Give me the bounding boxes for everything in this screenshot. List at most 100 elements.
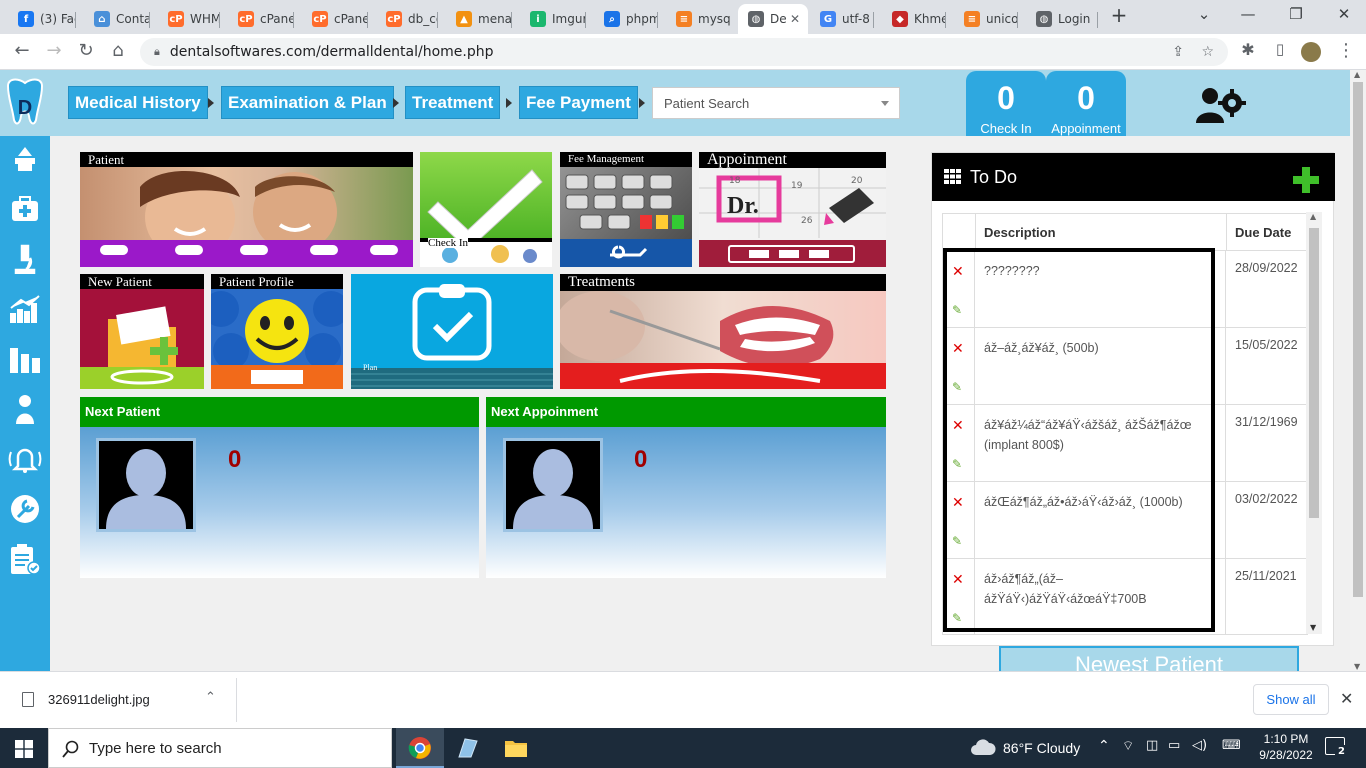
windows-start-icon[interactable]: [15, 740, 33, 758]
delete-x-icon[interactable]: ✕: [952, 495, 964, 511]
checkin-label: Check In: [980, 121, 1032, 136]
edit-pencil-icon[interactable]: ✎: [952, 457, 962, 471]
appointment-counter[interactable]: 0 Appoinment: [1046, 71, 1126, 136]
scroll-down-arrow-icon[interactable]: ▼: [1310, 623, 1316, 632]
edit-pencil-icon[interactable]: ✎: [952, 380, 962, 394]
medical-kit-icon[interactable]: [8, 192, 42, 226]
show-all-button[interactable]: Show all: [1253, 684, 1329, 715]
todo-description: áž–áž¸áž¥áž¸ (500b): [976, 328, 1226, 405]
browser-tab[interactable]: cP cPanel: [302, 4, 368, 34]
browser-tab[interactable]: cP WHM: [158, 4, 220, 34]
nav-fee-payment-button[interactable]: Fee Payment: [519, 86, 638, 119]
close-downloads-icon[interactable]: ✕: [1340, 689, 1353, 708]
clock[interactable]: 1:10 PM 9/28/2022: [1254, 732, 1318, 762]
checkin-counter[interactable]: 0 Check In: [966, 71, 1046, 136]
browser-tab[interactable]: ◆ Khme: [882, 4, 946, 34]
browser-tab[interactable]: ≡ mysql: [666, 4, 730, 34]
dental-chair-icon[interactable]: [8, 142, 42, 176]
browser-tab[interactable]: ◍ De ✕: [738, 4, 808, 34]
weather-text[interactable]: 86°F Cloudy: [1003, 740, 1080, 756]
page-scrollbar-thumb[interactable]: [1353, 82, 1363, 597]
edit-pencil-icon[interactable]: ✎: [952, 534, 962, 548]
todo-scrollbar[interactable]: ▲ ▼: [1306, 212, 1322, 634]
browser-tab[interactable]: cP db_co: [376, 4, 438, 34]
menu-icon[interactable]: ⋮: [1334, 40, 1358, 61]
plan-tile[interactable]: Plan: [351, 274, 553, 389]
patient-tile[interactable]: Patient: [80, 152, 413, 267]
close-window-button[interactable]: ✕: [1332, 5, 1356, 23]
side-panel-icon[interactable]: ▯: [1268, 40, 1292, 58]
minimize-button[interactable]: —: [1236, 5, 1260, 23]
chevron-up-icon[interactable]: ⌃: [205, 690, 216, 705]
browser-tab[interactable]: ◍ Login: [1026, 4, 1098, 34]
patient-search-select[interactable]: Patient Search: [652, 87, 900, 119]
language-icon[interactable]: ⌨: [1222, 738, 1241, 753]
nav-treatment-button[interactable]: Treatment: [405, 86, 501, 119]
wrench-icon[interactable]: [8, 492, 42, 526]
delete-x-icon[interactable]: ✕: [952, 341, 964, 357]
app-taskbar-icon[interactable]: [455, 737, 479, 759]
taskbar-search-box[interactable]: Type here to search: [48, 728, 392, 768]
file-explorer-icon[interactable]: [504, 737, 528, 759]
clipboard-check-icon[interactable]: [8, 542, 42, 576]
add-todo-plus-icon[interactable]: [1293, 167, 1319, 193]
download-filename[interactable]: 326911delight.jpg: [48, 692, 150, 707]
page-scrollbar[interactable]: ▲ ▼: [1350, 70, 1366, 671]
page-scroll-down-icon[interactable]: ▼: [1354, 662, 1360, 671]
page-scroll-up-icon[interactable]: ▲: [1354, 70, 1360, 79]
browser-tab[interactable]: Gutf-8: [810, 4, 874, 34]
todo-scrollbar-thumb[interactable]: [1309, 228, 1319, 518]
back-icon[interactable]: ←: [10, 40, 34, 61]
maximize-button[interactable]: ❐: [1284, 5, 1308, 23]
edit-pencil-icon[interactable]: ✎: [952, 611, 962, 625]
meet-icon[interactable]: ◫: [1146, 738, 1158, 753]
delete-x-icon[interactable]: ✕: [952, 418, 964, 434]
treatments-tile[interactable]: Treatments: [560, 274, 886, 389]
edit-pencil-icon[interactable]: ✎: [952, 303, 962, 317]
patient-profile-tile[interactable]: Patient Profile: [211, 274, 343, 389]
browser-tab[interactable]: i Imgur: [520, 4, 586, 34]
profile-avatar[interactable]: [1301, 42, 1321, 62]
delete-x-icon[interactable]: ✕: [952, 264, 964, 280]
browser-tab[interactable]: ⌂ Conta: [84, 4, 150, 34]
growth-chart-icon[interactable]: [8, 292, 42, 326]
scroll-up-arrow-icon[interactable]: ▲: [1310, 212, 1316, 221]
nav-examination-plan-button[interactable]: Examination & Plan: [221, 86, 394, 119]
appointment-tile[interactable]: Appoinment Dr. 18 19 20 26: [699, 152, 886, 267]
browser-tab-strip: f (3) Fac ⌂ Conta cP WHM cP cPanel cP cPanel cP db_…: [0, 0, 1366, 34]
reload-icon[interactable]: ↻: [74, 40, 98, 61]
user-settings-icon[interactable]: [1194, 87, 1246, 123]
checkin-tile[interactable]: Check In: [420, 152, 552, 267]
tray-chevron-up-icon[interactable]: ⌃: [1098, 738, 1110, 754]
battery-icon[interactable]: ▭: [1168, 738, 1180, 753]
volume-icon[interactable]: ◁): [1192, 738, 1207, 753]
cloud-icon[interactable]: [970, 738, 996, 756]
home-icon[interactable]: ⌂: [106, 40, 130, 61]
notification-bell-icon[interactable]: [8, 442, 42, 476]
microscope-icon[interactable]: [8, 242, 42, 276]
doctor-icon[interactable]: [8, 392, 42, 426]
tab-search-icon[interactable]: ⌄: [1192, 5, 1216, 23]
browser-tab[interactable]: cP cPanel: [228, 4, 294, 34]
share-icon[interactable]: ⇪: [1172, 44, 1184, 60]
browser-tab[interactable]: ≡ unico: [954, 4, 1018, 34]
extensions-icon[interactable]: ✱: [1236, 40, 1260, 59]
forward-icon[interactable]: →: [42, 40, 66, 61]
reports-icon[interactable]: [8, 342, 42, 376]
fee-management-tile[interactable]: Fee Management: [560, 152, 692, 267]
nav-medical-history-button[interactable]: Medical History: [68, 86, 208, 119]
browser-tab[interactable]: f (3) Fac: [8, 4, 76, 34]
browser-tab-label: unico: [986, 12, 1018, 26]
network-icon[interactable]: ⌔: [1122, 738, 1134, 754]
bookmark-star-icon[interactable]: ☆: [1201, 44, 1214, 60]
new-patient-tile[interactable]: New Patient: [80, 274, 204, 389]
browser-tab[interactable]: ⌕ phpm: [594, 4, 658, 34]
browser-tab[interactable]: ▲ menar: [446, 4, 512, 34]
new-tab-button[interactable]: +: [1107, 3, 1131, 27]
chrome-taskbar-button[interactable]: [396, 728, 444, 768]
close-tab-icon[interactable]: ✕: [790, 12, 800, 26]
cpanel-icon: cP: [168, 11, 184, 27]
url-bar[interactable]: 🔒︎ dentalsoftwares.com/dermalldental/hom…: [140, 38, 1228, 66]
delete-x-icon[interactable]: ✕: [952, 572, 964, 588]
todo-action-header: [943, 214, 976, 251]
